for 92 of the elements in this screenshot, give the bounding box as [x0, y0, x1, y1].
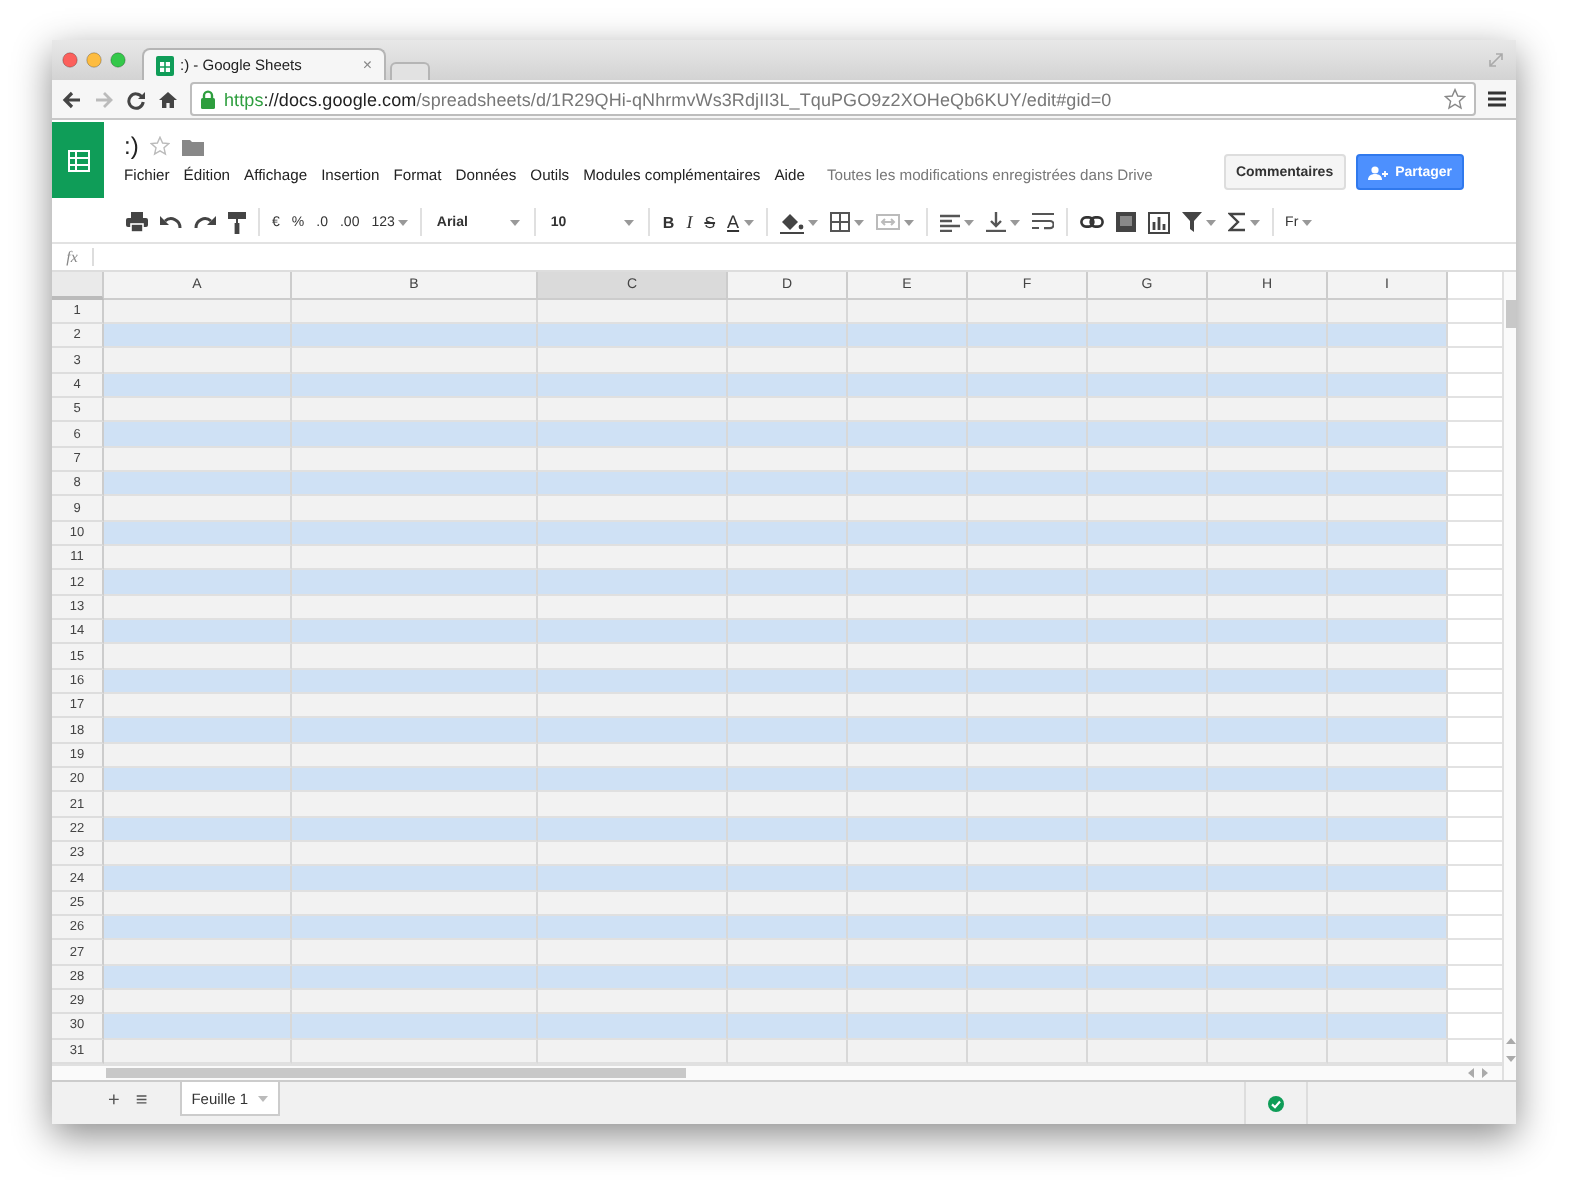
caret-icon[interactable]: [398, 219, 409, 225]
check-circle-icon[interactable]: [1268, 1095, 1284, 1111]
caret-icon[interactable]: [963, 219, 974, 225]
comment-icon: [1115, 212, 1136, 232]
sigma-icon: [1227, 212, 1246, 232]
sheet-row[interactable]: [104, 669, 1448, 695]
caret-icon[interactable]: [903, 219, 914, 225]
redo-icon: [194, 214, 216, 230]
sheet-row[interactable]: [104, 1039, 1448, 1064]
sheet-row[interactable]: [104, 447, 1448, 473]
sheet-row[interactable]: [104, 1014, 1448, 1040]
sheet-row[interactable]: [104, 299, 1448, 325]
add-sheet-button[interactable]: +: [108, 1090, 120, 1112]
sheet-row[interactable]: [104, 768, 1448, 793]
align-bottom-icon: [985, 212, 1006, 232]
sheet-row[interactable]: [104, 595, 1448, 621]
back-icon[interactable]: [62, 89, 82, 109]
sheet-row[interactable]: [104, 965, 1448, 990]
menu-icon[interactable]: [1488, 90, 1506, 108]
align-left-icon: [939, 213, 960, 231]
address-field[interactable]: https://docs.google.com/spreadsheets/d/1R29QHi-qNhrmvWs3RdjII3L_TquPGO9z2XOHeQb6KUY/edit#gid=0: [190, 82, 1476, 116]
sheets-icon: [156, 55, 174, 75]
strikethrough-button[interactable]: S: [698, 208, 722, 236]
italic-button[interactable]: I: [680, 208, 699, 236]
sheet-row[interactable]: [104, 891, 1448, 917]
borders-icon: [829, 212, 850, 232]
new-tab-button[interactable]: [390, 62, 430, 80]
bold-button[interactable]: B: [656, 208, 681, 236]
sheet-row[interactable]: [104, 496, 1448, 522]
folder-icon[interactable]: [182, 137, 205, 155]
print-icon: [126, 212, 148, 232]
sheet-row[interactable]: [104, 842, 1448, 867]
home-icon[interactable]: [158, 89, 178, 109]
link-icon: [1079, 216, 1104, 228]
toolbar-button[interactable]: [120, 208, 154, 236]
sheets-logo[interactable]: [52, 122, 104, 198]
sheet-row[interactable]: [104, 324, 1448, 349]
scrollbar-thumb[interactable]: [1505, 300, 1515, 328]
caret-icon[interactable]: [1302, 219, 1313, 225]
caret-icon[interactable]: [807, 219, 818, 225]
url-text: https://docs.google.com/spreadsheets/d/1R29QHi-qNhrmvWs3RdjII3L_TquPGO9z2XOHeQb6KUY/edit#gid=0: [224, 89, 1112, 109]
scroll-arrows-icon[interactable]: [1466, 1067, 1490, 1078]
formula-label: fx: [52, 248, 94, 266]
sheet-row[interactable]: [104, 546, 1448, 571]
person-icon: [1367, 165, 1388, 179]
reload-icon[interactable]: [126, 89, 146, 109]
sheet-row[interactable]: [104, 422, 1448, 448]
sheet-row[interactable]: [104, 472, 1448, 497]
merge-cells-icon: [875, 214, 900, 230]
expand-icon[interactable]: [1488, 52, 1504, 68]
sheet-row[interactable]: [104, 694, 1448, 719]
undo-icon: [160, 214, 182, 230]
scrollbar-thumb[interactable]: [106, 1067, 686, 1078]
sheet-row[interactable]: [104, 940, 1448, 966]
caret-icon[interactable]: [1009, 219, 1020, 225]
sheets-icon: [67, 149, 89, 171]
scroll-arrows-icon[interactable]: [1505, 1036, 1515, 1064]
sheet-row[interactable]: [104, 570, 1448, 596]
star-icon[interactable]: [150, 136, 171, 156]
toolbar-button[interactable]: [222, 208, 252, 236]
sheet-row[interactable]: [104, 521, 1448, 547]
caret-icon[interactable]: [1249, 219, 1260, 225]
sheet-row[interactable]: [104, 373, 1448, 399]
lock-icon: [200, 89, 216, 109]
sheet-row[interactable]: [104, 866, 1448, 892]
sheet-row[interactable]: [104, 620, 1448, 645]
filter-icon: [1181, 212, 1202, 232]
sheet-row[interactable]: [104, 990, 1448, 1015]
sheet-list-button[interactable]: ≡: [135, 1090, 148, 1112]
caret-icon[interactable]: [853, 219, 864, 225]
text-color-button[interactable]: A: [721, 208, 760, 236]
sheet-row[interactable]: [104, 916, 1448, 941]
fill-color-icon: [779, 211, 804, 233]
sheet-row[interactable]: [104, 817, 1448, 843]
caret-icon[interactable]: [743, 219, 754, 225]
document-title[interactable]: :): [124, 132, 139, 160]
caret-icon[interactable]: [510, 219, 521, 225]
star-icon[interactable]: [1444, 88, 1466, 110]
caret-icon[interactable]: [1205, 219, 1216, 225]
caret-icon[interactable]: [258, 1095, 269, 1101]
sheet-row[interactable]: [104, 718, 1448, 744]
sheet-row[interactable]: [104, 792, 1448, 818]
caret-icon[interactable]: [624, 219, 635, 225]
paint-roller-icon: [228, 211, 246, 233]
sheet-row[interactable]: [104, 398, 1448, 423]
text-wrap-icon: [1031, 212, 1054, 232]
sheet-row[interactable]: [104, 743, 1448, 769]
chart-icon: [1147, 211, 1170, 233]
sheet-row[interactable]: [104, 348, 1448, 374]
corner-cell[interactable]: [52, 272, 104, 300]
forward-icon[interactable]: [94, 89, 114, 109]
sheet-row[interactable]: [104, 644, 1448, 670]
